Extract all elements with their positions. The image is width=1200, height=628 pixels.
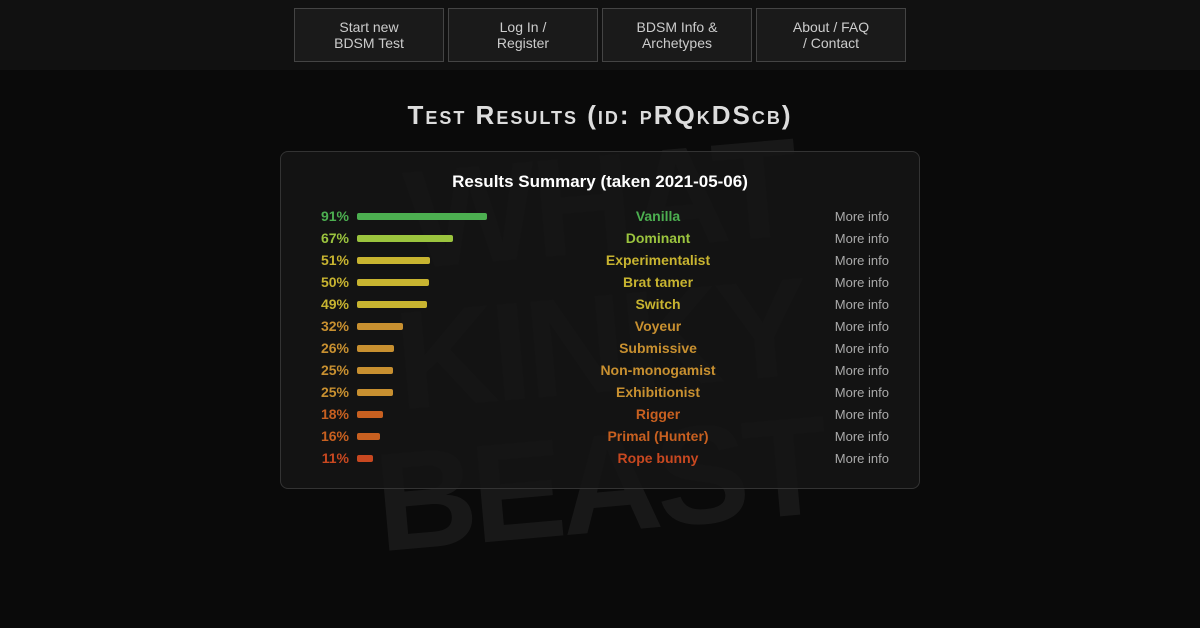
result-bar <box>357 411 383 418</box>
page-title: Test Results (id: pRQkDScb) <box>0 100 1200 131</box>
result-more-info-link[interactable]: More info <box>819 429 889 444</box>
result-bar <box>357 323 403 330</box>
result-more-info-link[interactable]: More info <box>819 451 889 466</box>
results-heading: Results Summary (taken 2021-05-06) <box>311 172 889 192</box>
result-bar <box>357 279 429 286</box>
result-bar-container <box>357 301 497 308</box>
result-bar-container <box>357 235 497 242</box>
result-label: Primal (Hunter) <box>505 428 811 444</box>
nav-start-test[interactable]: Start newBDSM Test <box>294 8 444 62</box>
result-label: Dominant <box>505 230 811 246</box>
result-percent: 16% <box>311 428 349 444</box>
result-bar-container <box>357 389 497 396</box>
result-bar-container <box>357 279 497 286</box>
result-percent: 26% <box>311 340 349 356</box>
result-label: Rope bunny <box>505 450 811 466</box>
result-row: 32% Voyeur More info <box>311 318 889 334</box>
result-row: 51% Experimentalist More info <box>311 252 889 268</box>
result-label: Brat tamer <box>505 274 811 290</box>
result-more-info-link[interactable]: More info <box>819 275 889 290</box>
result-more-info-link[interactable]: More info <box>819 231 889 246</box>
result-percent: 49% <box>311 296 349 312</box>
result-more-info-link[interactable]: More info <box>819 319 889 334</box>
result-label: Non-monogamist <box>505 362 811 378</box>
nav-bdsm-info[interactable]: BDSM Info &Archetypes <box>602 8 752 62</box>
result-bar-container <box>357 411 497 418</box>
result-bar-container <box>357 433 497 440</box>
result-percent: 51% <box>311 252 349 268</box>
results-card: Results Summary (taken 2021-05-06) 91% V… <box>280 151 920 489</box>
result-percent: 18% <box>311 406 349 422</box>
result-more-info-link[interactable]: More info <box>819 363 889 378</box>
result-row: 16% Primal (Hunter) More info <box>311 428 889 444</box>
result-more-info-link[interactable]: More info <box>819 297 889 312</box>
result-percent: 50% <box>311 274 349 290</box>
result-more-info-link[interactable]: More info <box>819 407 889 422</box>
navigation: Start newBDSM Test Log In /Register BDSM… <box>0 0 1200 70</box>
results-list: 91% Vanilla More info 67% Dominant More … <box>311 208 889 466</box>
result-more-info-link[interactable]: More info <box>819 385 889 400</box>
result-row: 25% Non-monogamist More info <box>311 362 889 378</box>
result-label: Switch <box>505 296 811 312</box>
result-label: Submissive <box>505 340 811 356</box>
result-row: 91% Vanilla More info <box>311 208 889 224</box>
result-bar <box>357 213 487 220</box>
result-bar <box>357 389 393 396</box>
result-row: 67% Dominant More info <box>311 230 889 246</box>
result-bar-container <box>357 455 497 462</box>
result-percent: 32% <box>311 318 349 334</box>
result-bar-container <box>357 323 497 330</box>
result-bar <box>357 301 427 308</box>
result-more-info-link[interactable]: More info <box>819 341 889 356</box>
result-percent: 11% <box>311 450 349 466</box>
result-label: Vanilla <box>505 208 811 224</box>
nav-about[interactable]: About / FAQ/ Contact <box>756 8 906 62</box>
result-label: Exhibitionist <box>505 384 811 400</box>
result-label: Experimentalist <box>505 252 811 268</box>
result-row: 11% Rope bunny More info <box>311 450 889 466</box>
result-bar <box>357 257 430 264</box>
result-label: Voyeur <box>505 318 811 334</box>
page-title-section: Test Results (id: pRQkDScb) <box>0 100 1200 131</box>
result-bar <box>357 433 380 440</box>
result-row: 18% Rigger More info <box>311 406 889 422</box>
result-percent: 25% <box>311 362 349 378</box>
result-bar-container <box>357 345 497 352</box>
result-bar <box>357 345 394 352</box>
result-bar-container <box>357 367 497 374</box>
nav-login[interactable]: Log In /Register <box>448 8 598 62</box>
result-percent: 67% <box>311 230 349 246</box>
result-bar <box>357 367 393 374</box>
result-percent: 25% <box>311 384 349 400</box>
result-row: 50% Brat tamer More info <box>311 274 889 290</box>
result-bar <box>357 235 453 242</box>
result-percent: 91% <box>311 208 349 224</box>
result-bar <box>357 455 373 462</box>
result-more-info-link[interactable]: More info <box>819 209 889 224</box>
result-more-info-link[interactable]: More info <box>819 253 889 268</box>
result-label: Rigger <box>505 406 811 422</box>
result-row: 26% Submissive More info <box>311 340 889 356</box>
result-row: 25% Exhibitionist More info <box>311 384 889 400</box>
result-bar-container <box>357 213 497 220</box>
result-bar-container <box>357 257 497 264</box>
result-row: 49% Switch More info <box>311 296 889 312</box>
